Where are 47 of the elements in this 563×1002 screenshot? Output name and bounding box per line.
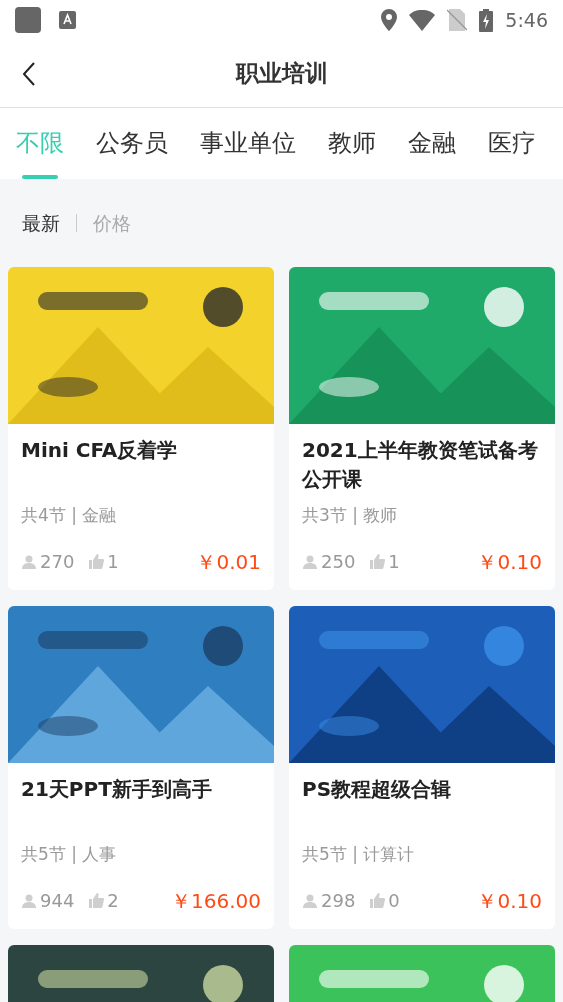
- sort-option[interactable]: 最新: [22, 208, 60, 238]
- location-icon: [381, 9, 398, 31]
- course-card[interactable]: 2021上半年教资笔试备考公开课 共3节 | 教师 250 1 ￥0.10: [289, 267, 555, 590]
- price: ￥0.10: [477, 548, 542, 576]
- keyboard-icon: [59, 11, 76, 29]
- category-tab[interactable]: 事业单位: [200, 125, 296, 179]
- like-count: 1: [388, 550, 400, 574]
- wifi-icon: [409, 9, 436, 31]
- person-icon: [302, 554, 318, 569]
- course-title: 21天PPT新手到高手: [21, 776, 213, 803]
- back-icon: [22, 61, 36, 86]
- no-sim-icon: [447, 9, 468, 31]
- price: ￥0.10: [477, 887, 542, 915]
- course-title: Mini CFA反着学: [21, 437, 179, 464]
- category-tab[interactable]: 医疗: [488, 125, 536, 179]
- price: ￥166.00: [171, 887, 261, 915]
- person-icon: [21, 554, 37, 569]
- price: ￥0.01: [196, 548, 261, 576]
- person-icon: [21, 893, 37, 908]
- clock: 5:46: [505, 7, 548, 33]
- thumbs-up-icon: [370, 893, 386, 908]
- student-count: 944: [40, 889, 75, 913]
- like-count: 1: [107, 550, 119, 574]
- app-icon: [15, 7, 41, 33]
- course-meta: 共3节 | 教师: [302, 504, 399, 527]
- like-count: 0: [388, 889, 400, 913]
- course-title: 2021上半年教资笔试备考公开课: [302, 437, 539, 493]
- student-count: 298: [321, 889, 356, 913]
- course-meta: 共4节 | 金融: [21, 504, 118, 527]
- like-count: 2: [107, 889, 119, 913]
- course-card[interactable]: 21天PPT新手到高手 共5节 | 人事 944 2 ￥166.00: [8, 606, 274, 929]
- course-title: PS教程超级合辑: [302, 776, 453, 803]
- course-card[interactable]: PS教程超级合辑 共5节 | 计算计 298 0 ￥0.10: [289, 606, 555, 929]
- course-meta: 共5节 | 计算计: [302, 843, 416, 866]
- battery-icon: [479, 8, 494, 32]
- course-card[interactable]: Mini CFA反着学 共4节 | 金融 270 1 ￥0.01: [8, 267, 274, 590]
- page-title: 职业培训: [235, 59, 328, 89]
- thumbs-up-icon: [89, 893, 105, 908]
- student-count: 270: [40, 550, 75, 574]
- course-meta: 共5节 | 人事: [21, 843, 118, 866]
- category-tab[interactable]: 教师: [328, 125, 376, 179]
- person-icon: [302, 893, 318, 908]
- category-tab[interactable]: 公务员: [96, 125, 168, 179]
- category-tab[interactable]: 金融: [408, 125, 456, 179]
- student-count: 250: [321, 550, 356, 574]
- thumbs-up-icon: [370, 554, 386, 569]
- thumbs-up-icon: [89, 554, 105, 569]
